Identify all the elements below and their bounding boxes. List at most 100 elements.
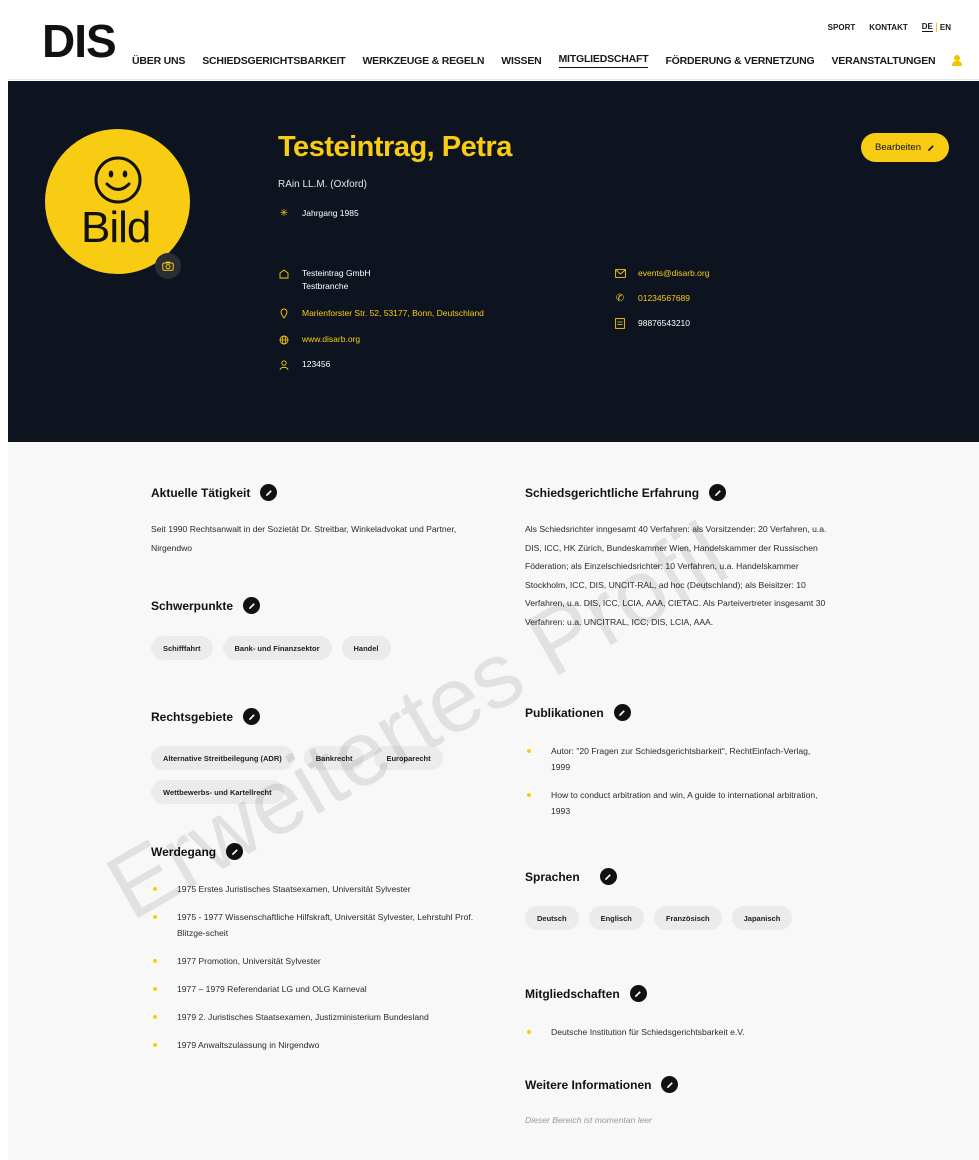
phone-row: ✆ 01234567689 xyxy=(614,292,690,305)
profile-name: Testeintrag, Petra xyxy=(278,131,512,163)
section-title: Rechtsgebiete xyxy=(151,709,234,724)
aktuelle-taetigkeit-text: Seit 1990 Rechtsanwalt in der Sozietät D… xyxy=(151,524,457,553)
publikationen-list: Autor: "20 Fragen zur Schiedsgerichtsbar… xyxy=(527,743,827,831)
werdegang-list: 1975 Erstes Juristisches Staatsexamen, U… xyxy=(153,881,483,1065)
smiley-icon xyxy=(94,156,142,204)
language-switch: DE EN xyxy=(921,22,951,32)
address-text: Marienforster Str. 52, 53177, Bonn, Deut… xyxy=(302,308,484,318)
section-rechtsgebiete: Rechtsgebiete xyxy=(151,708,261,725)
list-item: 1975 - 1977 Wissenschaftliche Hilfskraft… xyxy=(153,909,483,941)
section-sprachen: Sprachen xyxy=(525,868,617,885)
tag-chip: Japanisch xyxy=(731,906,793,930)
location-pin-icon xyxy=(278,307,290,320)
edit-pencil-icon[interactable] xyxy=(709,484,727,501)
section-title: Sprachen xyxy=(525,869,580,884)
empty-state-text: Dieser Bereich ist momentan leer xyxy=(525,1115,653,1125)
person-icon xyxy=(278,358,290,371)
list-item: 1979 Anwaltszulassung in Nirgendwo xyxy=(153,1037,483,1053)
tag-chip: Bank- und Finanzsektor xyxy=(222,636,332,660)
tag-chip: Bankrecht xyxy=(303,746,365,770)
nav-ueber-uns[interactable]: ÜBER UNS xyxy=(132,55,185,67)
section-title: Werdegang xyxy=(151,844,217,859)
avatar-placeholder-text: Bild xyxy=(81,203,151,252)
edit-profile-button[interactable]: Bearbeiten xyxy=(861,133,949,162)
section-title: Aktuelle Tätigkeit xyxy=(151,485,251,500)
edit-pencil-icon[interactable] xyxy=(599,868,617,885)
kontakt-link[interactable]: KONTAKT xyxy=(869,23,908,32)
sport-link[interactable]: SPORT xyxy=(828,23,856,32)
rechtsgebiete-chips: Alternative Streitbeilegung (ADR) Bankre… xyxy=(151,746,461,804)
tag-chip: Französisch xyxy=(653,906,722,930)
member-id-text: 123456 xyxy=(302,359,331,369)
section-publikationen: Publikationen xyxy=(525,704,631,721)
phone-text[interactable]: 01234567689 xyxy=(638,292,690,305)
nav-wissen[interactable]: WISSEN xyxy=(501,55,541,67)
sprachen-chips: Deutsch Englisch Französisch Japanisch xyxy=(525,906,845,930)
section-title: Schiedsgerichtliche Erfahrung xyxy=(525,485,700,500)
list-item: 1977 – 1979 Referendariat LG und OLG Kar… xyxy=(153,981,483,997)
email-row: events@disarb.org xyxy=(614,267,709,280)
site-header: DIS SPORT KONTAKT DE EN ÜBER UNS SCHIEDS… xyxy=(8,0,979,80)
jahrgang-row: ✳ Jahrgang 1985 xyxy=(278,207,359,220)
lang-en-link[interactable]: EN xyxy=(940,23,951,32)
fax-row: 98876543210 xyxy=(614,317,690,330)
user-icon[interactable] xyxy=(952,55,963,66)
schwerpunkte-chips: Schifffahrt Bank- und Finanzsektor Hande… xyxy=(151,636,481,660)
camera-icon xyxy=(162,261,174,271)
section-schiedsgerichtliche-erfahrung: Schiedsgerichtliche Erfahrung xyxy=(525,484,727,501)
edit-profile-label: Bearbeiten xyxy=(875,142,921,153)
dis-logo[interactable]: DIS xyxy=(42,18,117,64)
lang-divider xyxy=(935,22,937,32)
profile-hero: Bild Testeintrag, Petra RAin LL.M. (Oxfo… xyxy=(8,81,979,442)
nav-werkzeuge-regeln[interactable]: WERKZEUGE & REGELN xyxy=(362,55,484,67)
jahrgang-text: Jahrgang 1985 xyxy=(302,208,359,218)
tag-chip: Alternative Streitbeilegung (ADR) xyxy=(151,746,294,770)
profile-title: RAin LL.M. (Oxford) xyxy=(278,179,367,190)
tag-chip: Deutsch xyxy=(525,906,579,930)
edit-pencil-icon[interactable] xyxy=(260,484,278,501)
change-photo-button[interactable] xyxy=(155,253,181,279)
edit-pencil-icon[interactable] xyxy=(629,985,647,1002)
mail-icon xyxy=(614,267,626,280)
company-row: Testeintrag GmbH Testbranche xyxy=(278,267,371,293)
edit-pencil-icon[interactable] xyxy=(243,708,261,725)
section-werdegang: Werdegang xyxy=(151,843,244,860)
tag-chip: Englisch xyxy=(588,906,644,930)
section-schwerpunkte: Schwerpunkte xyxy=(151,597,261,614)
edit-pencil-icon[interactable] xyxy=(661,1076,679,1093)
list-item: 1975 Erstes Juristisches Staatsexamen, U… xyxy=(153,881,483,897)
sparkle-icon: ✳ xyxy=(279,208,289,219)
list-item: 1979 2. Juristisches Staatsexamen, Justi… xyxy=(153,1009,483,1025)
building-icon xyxy=(278,267,290,280)
edit-pencil-icon[interactable] xyxy=(226,843,244,860)
list-item: How to conduct arbitration and win, A gu… xyxy=(527,787,827,819)
edit-pencil-icon[interactable] xyxy=(243,597,261,614)
schiedsgerichtliche-erfahrung-text: Als Schiedsrichter inngesamt 40 Verfahre… xyxy=(525,524,827,627)
nav-mitgliedschaft[interactable]: MITGLIEDSCHAFT xyxy=(558,53,649,68)
top-utility-nav: SPORT KONTAKT DE EN xyxy=(828,22,951,32)
list-item: Autor: "20 Fragen zur Schiedsgerichtsbar… xyxy=(527,743,827,775)
tag-chip: Europarecht xyxy=(374,746,443,770)
member-id-row: 123456 xyxy=(278,358,330,371)
website-link[interactable]: www.disarb.org xyxy=(302,333,360,346)
mitgliedschaften-list: Deutsche Institution für Schiedsgerichts… xyxy=(527,1024,827,1052)
website-row: www.disarb.org xyxy=(278,333,360,346)
section-mitgliedschaften: Mitgliedschaften xyxy=(525,985,647,1002)
globe-icon xyxy=(278,333,290,346)
section-weitere-informationen: Weitere Informationen xyxy=(525,1076,679,1093)
section-aktuelle-taetigkeit: Aktuelle Tätigkeit xyxy=(151,484,278,501)
nav-veranstaltungen[interactable]: VERANSTALTUNGEN xyxy=(832,55,936,67)
edit-pencil-icon[interactable] xyxy=(613,704,631,721)
pencil-icon xyxy=(928,144,934,151)
email-link[interactable]: events@disarb.org xyxy=(638,267,709,280)
nav-foerderung-vernetzung[interactable]: FÖRDERUNG & VERNETZUNG xyxy=(665,55,814,67)
main-nav: ÜBER UNS SCHIEDSGERICHTSBARKEIT WERKZEUG… xyxy=(132,53,979,68)
company-name: Testeintrag GmbH xyxy=(302,268,371,278)
lang-de-link[interactable]: DE xyxy=(921,22,933,32)
nav-schiedsgerichtsbarkeit[interactable]: SCHIEDSGERICHTSBARKEIT xyxy=(202,55,345,67)
tag-chip: Schifffahrt xyxy=(151,636,213,660)
tag-chip: Handel xyxy=(341,636,391,660)
company-block: Testeintrag GmbH Testbranche xyxy=(302,267,371,293)
section-title: Mitgliedschaften xyxy=(525,986,620,1001)
section-title: Schwerpunkte xyxy=(151,598,234,613)
